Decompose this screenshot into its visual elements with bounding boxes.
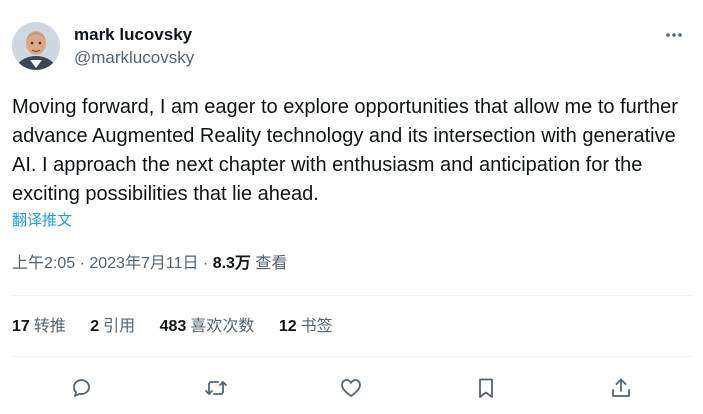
retweet-button[interactable] — [201, 373, 231, 403]
stat-label: 书签 — [300, 318, 333, 335]
like-button[interactable] — [336, 373, 366, 403]
stat-count: 12 — [278, 318, 297, 335]
author-handle[interactable]: @marklucovsky — [74, 47, 194, 69]
views-label: 查看 — [250, 255, 288, 272]
more-horizontal-icon — [666, 33, 682, 37]
action-bar — [0, 373, 703, 403]
more-options-button[interactable] — [660, 24, 688, 46]
stat-count: 483 — [159, 318, 187, 335]
retweet-icon — [205, 381, 227, 395]
divider — [12, 295, 692, 296]
heart-icon — [341, 379, 361, 397]
stat-label: 转推 — [33, 318, 66, 335]
author-display-name[interactable]: mark lucovsky — [74, 24, 194, 46]
tweet-card: mark lucovsky @marklucovsky Moving forwa… — [0, 0, 703, 414]
stat-bookmarks[interactable]: 12 书签 — [279, 315, 333, 339]
tweet-header: mark lucovsky @marklucovsky — [12, 22, 692, 72]
stat-label: 引用 — [103, 318, 136, 335]
stat-quotes[interactable]: 2 引用 — [90, 315, 135, 339]
stat-count: 17 — [12, 318, 30, 335]
stat-likes[interactable]: 483 喜欢次数 — [160, 315, 255, 339]
tweet-text: Moving forward, I am eager to explore op… — [12, 96, 678, 205]
bookmark-icon — [479, 378, 493, 398]
tweet-meta: 上午2:05 · 2023年7月11日 · 8.3万 查看 — [12, 252, 287, 276]
engagement-stats: 17 转推 2 引用 483 喜欢次数 12 书签 — [12, 315, 353, 339]
views-count: 8.3万 — [212, 255, 251, 272]
avatar-image — [12, 22, 60, 70]
author-info: mark lucovsky @marklucovsky — [74, 24, 194, 69]
translate-tweet-link[interactable]: 翻译推文 — [12, 211, 72, 231]
avatar[interactable] — [12, 22, 60, 70]
reply-icon — [73, 379, 90, 397]
reply-button[interactable] — [67, 373, 97, 403]
bookmark-button[interactable] — [471, 373, 501, 403]
divider — [12, 356, 692, 357]
stat-count: 2 — [90, 318, 100, 335]
stat-label: 喜欢次数 — [190, 318, 255, 335]
share-button[interactable] — [606, 373, 636, 403]
stat-retweets[interactable]: 17 转推 — [12, 315, 66, 339]
tweet-timestamp[interactable]: 上午2:05 · 2023年7月11日 · — [12, 255, 213, 272]
share-icon — [612, 378, 630, 397]
